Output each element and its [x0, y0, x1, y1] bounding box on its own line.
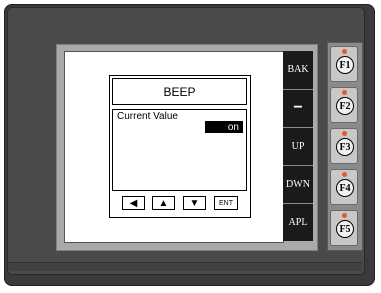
led-icon: [342, 213, 347, 218]
current-value-field[interactable]: on: [205, 121, 243, 133]
softkey-column: BAK − UP DWN APL: [283, 51, 313, 241]
fkey-f5-label: F5: [336, 220, 354, 238]
softkey-apl[interactable]: APL: [283, 203, 313, 240]
fkey-f5[interactable]: F5: [330, 210, 358, 246]
down-arrow-button[interactable]: ▼: [183, 196, 206, 210]
led-icon: [342, 49, 347, 54]
dialog-button-bar: ◀ ▲ ▼ ENT: [112, 193, 247, 214]
device-base: [8, 262, 362, 271]
function-key-panel: F1 F2 F3 F4 F5: [327, 42, 363, 251]
led-icon: [342, 131, 347, 136]
fkey-f2[interactable]: F2: [330, 87, 358, 123]
softkey-minus[interactable]: −: [283, 89, 313, 126]
beep-dialog: BEEP Current Value on ◀ ▲ ▼ ENT: [109, 75, 251, 218]
up-arrow-button[interactable]: ▲: [152, 196, 175, 210]
fkey-f4-label: F4: [336, 179, 354, 197]
enter-button[interactable]: ENT: [214, 196, 238, 210]
softkey-up[interactable]: UP: [283, 127, 313, 164]
softkey-bak[interactable]: BAK: [283, 51, 313, 87]
fkey-f3-label: F3: [336, 138, 354, 156]
fkey-f1-label: F1: [336, 56, 354, 74]
fkey-f2-label: F2: [336, 97, 354, 115]
led-icon: [342, 90, 347, 95]
current-value-label: Current Value: [117, 111, 178, 122]
fkey-f3[interactable]: F3: [330, 128, 358, 164]
fkey-f4[interactable]: F4: [330, 169, 358, 205]
dialog-title: BEEP: [112, 78, 247, 105]
dialog-body: Current Value on: [112, 109, 247, 191]
led-icon: [342, 172, 347, 177]
left-arrow-button[interactable]: ◀: [122, 196, 145, 210]
softkey-dwn[interactable]: DWN: [283, 165, 313, 202]
fkey-f1[interactable]: F1: [330, 46, 358, 82]
